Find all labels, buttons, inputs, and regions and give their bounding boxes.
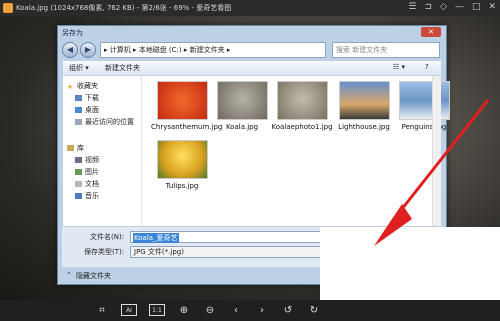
previous-icon[interactable]: ‹ <box>229 304 243 317</box>
ai-icon[interactable]: AI <box>121 304 137 316</box>
actual-size-icon[interactable]: 1:1 <box>149 304 165 316</box>
zoom-in-icon[interactable]: ⊕ <box>177 304 191 317</box>
crop-icon[interactable]: ⌗ <box>95 304 109 317</box>
arrow-shaft <box>396 99 490 215</box>
next-icon[interactable]: › <box>255 304 269 317</box>
annotation-arrow <box>374 99 490 246</box>
viewer-toolbar: ⌗ AI 1:1 ⊕ ⊖ ‹ › ↺ ↻ <box>0 300 500 321</box>
zoom-out-icon[interactable]: ⊖ <box>203 304 217 317</box>
arrow-head <box>374 204 412 246</box>
rotate-right-icon[interactable]: ↻ <box>307 304 321 317</box>
rotate-left-icon[interactable]: ↺ <box>281 304 295 317</box>
